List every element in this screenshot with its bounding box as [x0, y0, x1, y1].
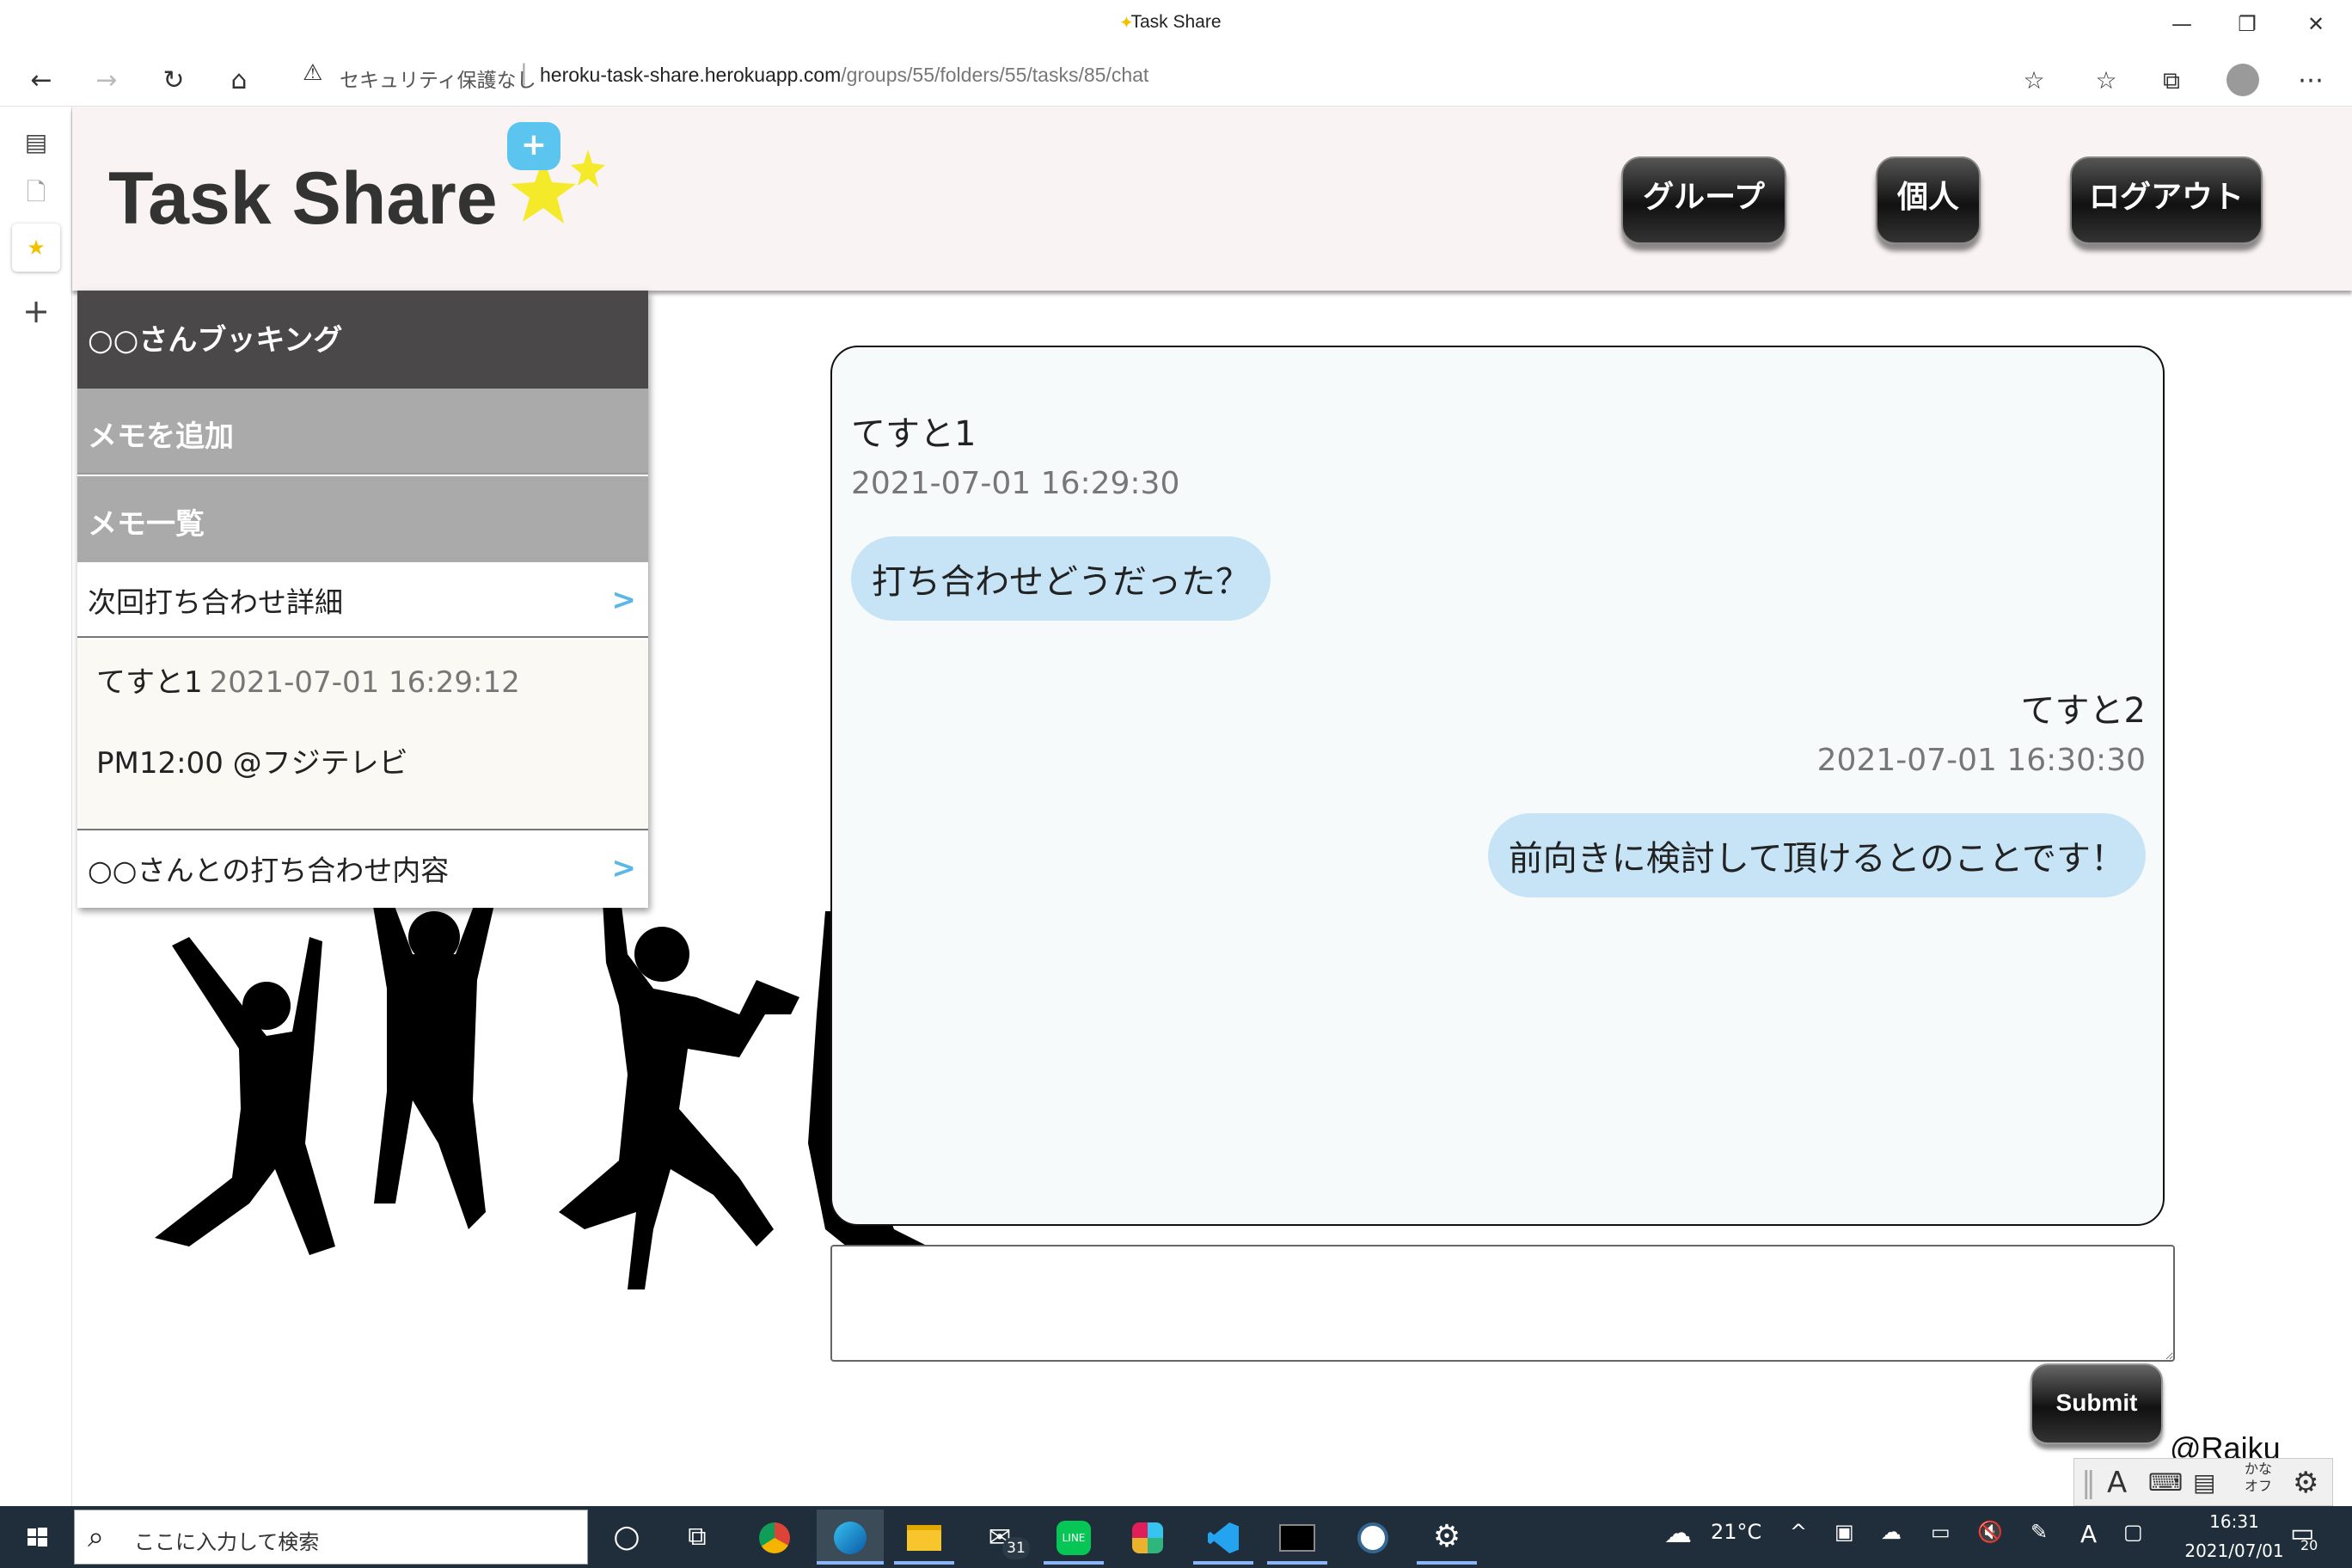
url-text[interactable]: heroku-task-share.herokuapp.com/groups/5…	[540, 64, 1148, 87]
clock-time[interactable]: 16:31	[2196, 1511, 2273, 1532]
memo-panel-title: ○○さんブッキング	[77, 291, 648, 389]
edge-icon[interactable]	[817, 1510, 884, 1565]
add-memo-button[interactable]: +	[507, 122, 560, 170]
chat-input[interactable]	[830, 1245, 2175, 1362]
task-view-icon[interactable]: ⧉	[664, 1510, 731, 1565]
memo-list-item[interactable]: 次回打ち合わせ詳細 >	[77, 562, 648, 638]
line-icon[interactable]: LINE	[1040, 1510, 1107, 1565]
favorites-icon[interactable]: ☆	[2086, 60, 2127, 101]
memo-detail-header: てすと1 2021-07-01 16:29:12	[96, 658, 520, 701]
ime-indicator[interactable]: A	[2080, 1520, 2097, 1548]
ime-mode-icon[interactable]: ▢	[2123, 1520, 2143, 1544]
message-time: 2021-07-01 16:29:30	[851, 466, 1180, 501]
pen-icon[interactable]: ✎	[2030, 1520, 2048, 1544]
chevron-right-icon: >	[611, 583, 637, 617]
message-bubble: 打ち合わせどうだった？	[851, 536, 1271, 621]
message-bubble: 前向きに検討して頂けるとのことです！	[1487, 813, 2146, 897]
memo-detail-body: PM12:00 @フジテレビ	[96, 746, 408, 781]
ime-pad-icon[interactable]: ⌨	[2148, 1464, 2183, 1502]
url-path: /groups/55/folders/55/tasks/85/chat	[841, 64, 1149, 86]
memo-detail: てすと1 2021-07-01 16:29:12 PM12:00 @フジテレビ	[77, 640, 648, 830]
new-tab-button[interactable]: +	[12, 287, 60, 335]
chat-messages-box: てすと1 2021-07-01 16:29:30 打ち合わせどうだった？ てすと…	[830, 346, 2165, 1226]
chevron-right-icon: >	[611, 851, 637, 885]
postgres-icon[interactable]	[1339, 1510, 1406, 1565]
url-host: heroku-task-share.herokuapp.com	[540, 64, 842, 86]
ime-dictionary-icon[interactable]: ▤	[2193, 1464, 2215, 1502]
notification-count: 20	[2300, 1537, 2318, 1553]
running-indicator	[1044, 1561, 1104, 1565]
slack-icon[interactable]	[1114, 1510, 1181, 1565]
message-time: 2021-07-01 16:30:30	[1816, 743, 2146, 778]
ime-kana-top: かな	[2245, 1461, 2273, 1477]
onedrive-icon[interactable]: ☁	[1881, 1520, 1902, 1544]
close-window-button[interactable]: ✕	[2290, 7, 2342, 41]
memo-list-item[interactable]: ○○さんとの打ち合わせ内容 >	[77, 830, 648, 906]
memo-panel: ○○さんブッキング メモを追加 メモ一覧 次回打ち合わせ詳細 > てすと1 202…	[77, 291, 648, 908]
collections-icon[interactable]: ⧉	[2151, 60, 2192, 101]
settings-icon[interactable]: ⚙	[1413, 1510, 1480, 1565]
nav-personal-button[interactable]: 個人	[1876, 156, 1981, 244]
message-author: てすと2	[2020, 691, 2146, 731]
site-title[interactable]: Task Share	[108, 156, 498, 242]
forward-button[interactable]: →	[86, 60, 127, 101]
address-separator: |	[520, 60, 528, 86]
submit-button[interactable]: Submit	[2030, 1363, 2163, 1444]
volume-muted-icon[interactable]: 🔇	[1977, 1520, 2003, 1544]
clock-date[interactable]: 2021/07/01	[2178, 1540, 2290, 1561]
ime-grip-icon[interactable]: ‖	[2081, 1464, 2096, 1502]
memo-list-header: メモ一覧	[77, 476, 648, 562]
ime-kana-toggle[interactable]: かな オフ	[2245, 1461, 2272, 1495]
tray-overflow-icon[interactable]: ^	[1790, 1520, 1807, 1544]
window-title: Task Share	[1130, 12, 1222, 32]
home-button[interactable]: ⌂	[218, 60, 260, 101]
nav-logout-button[interactable]: ログアウト	[2070, 156, 2263, 244]
minimize-button[interactable]: —	[2156, 7, 2208, 41]
profile-avatar[interactable]	[2226, 64, 2259, 96]
chrome-icon[interactable]	[741, 1510, 808, 1565]
tab-actions-icon[interactable]: ▤	[12, 119, 60, 167]
warning-icon[interactable]: ⚠	[303, 60, 322, 86]
security-label[interactable]: セキュリティ保護なし	[340, 64, 536, 93]
battery-icon[interactable]: ▭	[1931, 1520, 1951, 1544]
running-indicator	[1417, 1561, 1477, 1565]
vscode-icon[interactable]	[1190, 1510, 1257, 1565]
refresh-button[interactable]: ↻	[153, 60, 194, 101]
meet-now-icon[interactable]: ▣	[1834, 1520, 1854, 1544]
search-placeholder: ここに入力して検索	[134, 1530, 320, 1554]
windows-start-icon[interactable]	[9, 1513, 64, 1561]
memo-detail-author: てすと1	[96, 665, 203, 700]
memo-item-label: 次回打ち合わせ詳細	[88, 585, 343, 619]
more-menu-icon[interactable]: ⋯	[2290, 60, 2331, 101]
weather-icon[interactable]: ☁	[1664, 1516, 1692, 1549]
mail-badge: 31	[1002, 1537, 1030, 1559]
restore-button[interactable]: ❐	[2221, 7, 2273, 41]
terminal-icon[interactable]	[1264, 1510, 1331, 1565]
running-indicator	[1193, 1561, 1253, 1565]
running-indicator	[894, 1561, 954, 1565]
add-memo-row[interactable]: メモを追加	[77, 389, 648, 475]
back-button[interactable]: ←	[21, 60, 62, 101]
cortana-icon[interactable]: ○	[593, 1510, 660, 1565]
add-favorite-icon[interactable]: ☆	[2013, 60, 2055, 101]
memo-item-label: ○○さんとの打ち合わせ内容	[88, 854, 450, 887]
ime-mode-button[interactable]: A	[2107, 1464, 2127, 1502]
ime-kana-bottom: オフ	[2245, 1478, 2273, 1494]
ime-settings-icon[interactable]: ⚙	[2293, 1464, 2318, 1502]
page-tab-icon[interactable]: 🗋	[12, 168, 60, 217]
memo-detail-time: 2021-07-01 16:29:12	[209, 665, 520, 700]
search-icon: ⌕	[88, 1520, 105, 1554]
running-indicator	[1267, 1561, 1327, 1565]
ime-toolbar: ‖ A ⌨ ▤ かな オフ ⚙	[2073, 1458, 2333, 1506]
file-explorer-icon[interactable]	[891, 1510, 958, 1565]
weather-temp[interactable]: 21°C	[1711, 1520, 1761, 1544]
nav-group-button[interactable]: グループ	[1621, 156, 1786, 244]
message-author: てすと1	[851, 414, 977, 454]
active-tab-icon[interactable]: ★	[12, 224, 60, 272]
